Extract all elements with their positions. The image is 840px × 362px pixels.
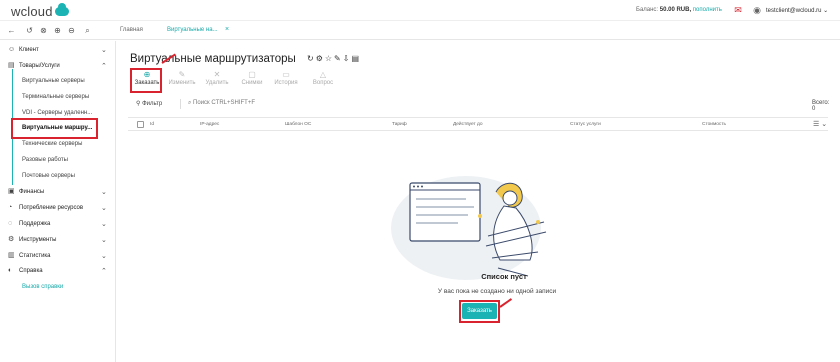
topup-link[interactable]: пополнить xyxy=(693,7,722,13)
snapshot-icon: ▢ xyxy=(248,70,256,79)
pin-icon[interactable]: ✎ xyxy=(334,54,343,63)
filter-bar: ⚲ Фильтр ⌕ Поиск CTRL+SHIFT+F Всего: 0 xyxy=(128,99,830,112)
table-header: Id IP-адрес Шаблон ОС Тариф Действует до… xyxy=(128,117,828,131)
page-title: Виртуальные маршрутизаторы xyxy=(130,53,296,65)
close-tab-icon[interactable]: × xyxy=(225,26,229,33)
top-bar: wcloud Баланс: 50.00 RUB, пополнить ✉ ◉ … xyxy=(0,0,840,21)
tab-virtual-routers[interactable]: Виртуальные на... xyxy=(167,27,218,33)
chat-icon: ◌ xyxy=(8,220,13,227)
chevron-down-icon: ⌄ xyxy=(101,47,107,54)
snapshots-action-button[interactable]: ▢ Снимки xyxy=(235,70,269,94)
history-action-button[interactable]: ▭ История xyxy=(269,70,303,94)
help-call-link[interactable]: Вызов справки xyxy=(22,284,63,290)
empty-title: Список пуст xyxy=(481,272,527,281)
chevron-down-icon: ⌄ xyxy=(101,253,107,260)
sidebar-sub-virtual-routers[interactable]: Виртуальные маршру... xyxy=(22,125,92,131)
sidebar-item-support[interactable]: ◌ Поддержка ⌄ xyxy=(0,219,116,231)
sidebar-sub-virtual-servers[interactable]: Виртуальные серверы xyxy=(22,78,85,84)
sidebar-sub-vdi[interactable]: VDI - Серверы удаленн... xyxy=(22,110,92,116)
user-menu[interactable]: testclient@wcloud.ru ⌄ xyxy=(766,7,828,14)
wallet-icon: ▣ xyxy=(8,188,15,195)
person-icon: ☺ xyxy=(8,46,16,53)
chevron-down-icon: ⌄ xyxy=(101,205,107,212)
cloud-logo-icon xyxy=(54,3,69,16)
user-avatar-icon[interactable]: ◉ xyxy=(752,5,762,15)
search-input[interactable]: ⌕ Поиск CTRL+SHIFT+F xyxy=(188,100,255,107)
add-icon[interactable]: ⊕ xyxy=(53,26,62,35)
sidebar-item-statistics[interactable]: ▥ Статистика ⌄ xyxy=(0,251,116,263)
chevron-down-icon: ⌄ xyxy=(101,221,107,228)
settings-icon[interactable]: ⚙ xyxy=(316,54,325,63)
notification-icon[interactable]: ✉ xyxy=(733,5,743,15)
history-icon[interactable]: ↺ xyxy=(25,26,34,35)
order-button[interactable]: Заказать xyxy=(462,303,497,319)
select-all-checkbox[interactable] xyxy=(137,121,144,128)
sidebar-item-client[interactable]: ☺ Клиент ⌄ xyxy=(0,45,116,57)
sidebar-item-products[interactable]: ▤ Товары/Услуги ⌃ xyxy=(0,61,116,73)
total-count: Всего: 0 xyxy=(812,100,830,112)
question-icon: △ xyxy=(319,70,327,79)
column-cost[interactable]: Стоимость xyxy=(702,122,726,127)
gear-icon: ⚙ xyxy=(8,236,15,243)
search-icon: ⌕ xyxy=(188,100,192,106)
sidebar-sub-tech-servers[interactable]: Технические серверы xyxy=(22,141,82,147)
sidebar-sub-terminal-servers[interactable]: Терминальные серверы xyxy=(22,94,89,100)
back-arrow-icon[interactable]: ← xyxy=(7,26,16,35)
sidebar-sub-one-time[interactable]: Разовые работы xyxy=(22,157,68,163)
trash-icon: ✕ xyxy=(213,70,221,79)
filter-icon: ⚲ xyxy=(136,101,141,107)
column-os-template[interactable]: Шаблон ОС xyxy=(285,122,311,127)
sidebar xyxy=(0,41,116,362)
edit-action-button[interactable]: ✎ Изменить xyxy=(165,70,199,94)
highlight-box-order-action xyxy=(130,68,162,93)
logo[interactable]: wcloud xyxy=(11,3,69,19)
balance-value: 50.00 RUB, xyxy=(659,7,692,13)
history-icon: ▭ xyxy=(282,70,290,79)
chevron-up-icon: ⌃ xyxy=(101,63,107,70)
sidebar-item-tools[interactable]: ⚙ Инструменты ⌄ xyxy=(0,235,116,247)
question-action-button[interactable]: △ Вопрос xyxy=(306,70,340,94)
print-icon[interactable]: ▤ xyxy=(351,54,361,63)
empty-subtitle: У вас пока не создано ни одной записи xyxy=(437,288,557,295)
tab-home[interactable]: Главная xyxy=(120,27,143,33)
filter-button[interactable]: ⚲ Фильтр xyxy=(136,100,162,107)
chevron-up-icon: ⌃ xyxy=(101,268,107,275)
column-service-status[interactable]: Статус услуги xyxy=(570,122,601,127)
tab-toolbar: ← ↺ ⊗ ⊕ ⊖ ⌕ Главная Виртуальные на... × xyxy=(0,22,840,40)
chevron-down-icon: ⌄ xyxy=(101,189,107,196)
stop-icon[interactable]: ⊗ xyxy=(39,26,48,35)
divider xyxy=(180,99,181,109)
search-icon[interactable]: ⌕ xyxy=(83,26,92,35)
delete-action-button[interactable]: ✕ Удалить xyxy=(200,70,234,94)
chart-icon: ▥ xyxy=(8,252,15,259)
sidebar-item-resources[interactable]: ◔ Потребление ресурсов ⌄ xyxy=(0,203,116,215)
column-ip[interactable]: IP-адрес xyxy=(200,122,219,127)
collapse-icon[interactable]: ⊖ xyxy=(67,26,76,35)
column-id[interactable]: Id xyxy=(150,122,154,127)
sidebar-item-help[interactable]: ◐ Справка ⌃ xyxy=(0,266,116,278)
sidebar-sub-mail-servers[interactable]: Почтовые серверы xyxy=(22,173,75,179)
balance: Баланс: 50.00 RUB, пополнить xyxy=(636,7,722,13)
chevron-down-icon: ⌄ xyxy=(101,237,107,244)
edit-icon: ✎ xyxy=(178,70,186,79)
refresh-icon[interactable]: ↻ xyxy=(307,54,316,63)
column-valid-until[interactable]: Действует до xyxy=(453,122,482,127)
star-icon[interactable]: ☆ xyxy=(325,54,334,63)
sidebar-item-finance[interactable]: ▣ Финансы ⌄ xyxy=(0,187,116,199)
title-icon-group: ↻⚙☆✎⇩▤ xyxy=(307,54,361,63)
column-tariff[interactable]: Тариф xyxy=(392,122,407,127)
help-icon: ◐ xyxy=(8,267,13,274)
columns-menu-icon[interactable]: ☰ ⌄ xyxy=(813,120,827,128)
gauge-icon: ◔ xyxy=(8,204,13,211)
